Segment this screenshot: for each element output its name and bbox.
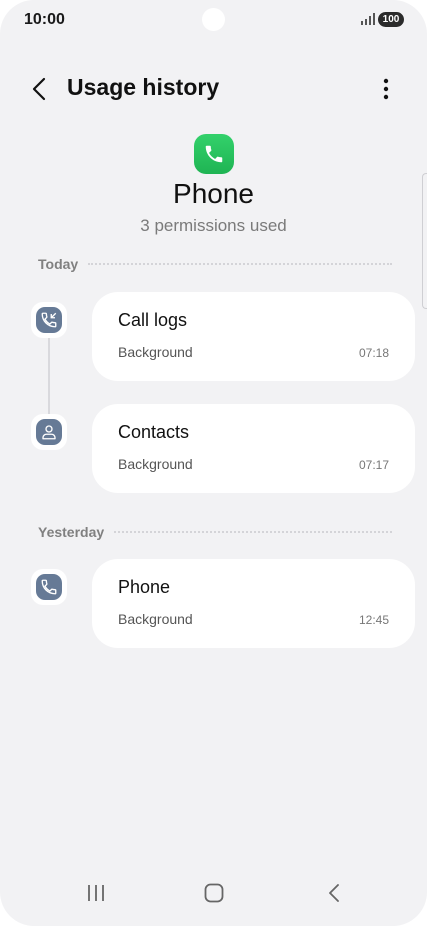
app-bar: Usage history (0, 62, 427, 114)
entry-subtitle: Background (118, 611, 193, 627)
home-icon (204, 883, 224, 903)
entry-time: 07:17 (358, 458, 389, 472)
recent-apps-button[interactable] (76, 878, 116, 908)
app-name: Phone (173, 178, 254, 209)
permissions-used-count: 3 permissions used (140, 216, 287, 235)
back-nav-icon (329, 884, 339, 902)
phone-app-icon (193, 134, 234, 174)
usage-entry-phone[interactable]: Phone Background 12:45 (92, 559, 415, 648)
status-bar: 10:00 100 (0, 0, 427, 40)
camera-cutout (202, 8, 225, 31)
entry-title: Phone (118, 577, 171, 597)
entry-title: Contacts (118, 422, 190, 442)
section-header-yesterday: Yesterday (38, 522, 392, 542)
entry-time: 12:45 (358, 613, 389, 627)
section-label: Yesterday (38, 524, 105, 540)
usage-entry-contacts[interactable]: Contacts Background 07:17 (92, 404, 415, 493)
scroll-handle[interactable] (422, 173, 427, 309)
section-header-today: Today (38, 254, 392, 274)
signal-icon (361, 13, 375, 25)
back-button[interactable] (24, 74, 54, 104)
navigation-bar (0, 866, 427, 926)
entry-title: Call logs (118, 310, 188, 330)
entry-subtitle: Background (118, 456, 193, 472)
more-options-button[interactable] (371, 74, 401, 104)
section-divider (88, 263, 392, 265)
home-button[interactable] (194, 878, 234, 908)
call-log-icon (31, 302, 67, 338)
usage-entry-call-logs[interactable]: Call logs Background 07:18 (92, 292, 415, 381)
phone-icon (31, 569, 67, 605)
contacts-icon (31, 414, 67, 450)
timeline-connector (48, 335, 50, 418)
back-nav-button[interactable] (314, 878, 354, 908)
recents-icon (88, 885, 104, 901)
more-vertical-icon (383, 78, 389, 100)
back-arrow-icon (32, 77, 46, 101)
entry-time: 07:18 (358, 346, 389, 360)
section-divider (114, 531, 392, 533)
screen: 10:00 100 Usage history Phone 3 permissi… (0, 0, 427, 926)
app-header: Phone 3 permissions used (0, 134, 427, 236)
battery-icon: 100 (378, 12, 404, 27)
status-time: 10:00 (24, 11, 65, 28)
entry-subtitle: Background (118, 344, 193, 360)
section-label: Today (38, 256, 79, 272)
page-title: Usage history (67, 74, 220, 100)
